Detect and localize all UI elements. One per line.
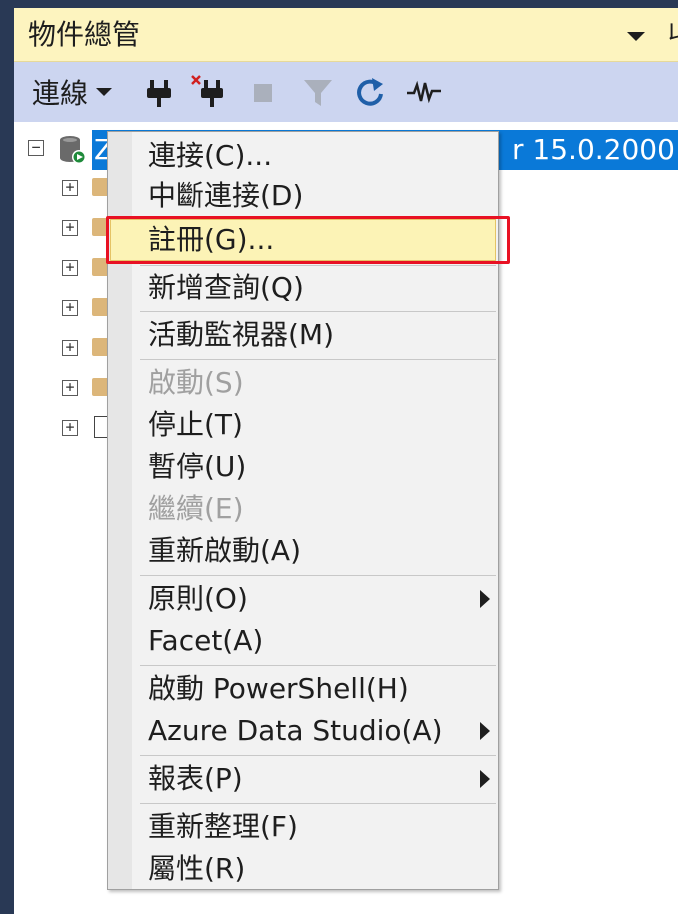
menu-item-start-powershell[interactable]: 啟動 PowerShell(H)	[148, 669, 409, 709]
menu-item-start: 啟動(S)	[148, 366, 244, 399]
disconnect-icon[interactable]	[190, 74, 226, 110]
submenu-arrow-icon	[480, 590, 490, 608]
menu-item-new-query[interactable]: 新增查詢(Q)	[148, 268, 304, 308]
menu-item-connect[interactable]: 連接(C)...	[148, 136, 272, 176]
menu-item-disconnect[interactable]: 中斷連接(D)	[148, 176, 303, 216]
expand-icon[interactable]: +	[62, 260, 78, 276]
stop-icon[interactable]	[246, 74, 282, 110]
menu-item-facets[interactable]: Facet(A)	[148, 621, 263, 661]
activity-monitor-icon[interactable]	[406, 74, 442, 110]
menu-item-stop[interactable]: 停止(T)	[148, 405, 243, 445]
server-icon	[58, 134, 88, 166]
expand-icon[interactable]: +	[62, 220, 78, 236]
pin-icon[interactable]: ㄐ	[664, 18, 678, 52]
menu-item-resume: 繼續(E)	[148, 492, 244, 525]
toolbar: 連線	[14, 62, 678, 122]
window-frame-top	[0, 0, 678, 8]
menu-separator	[140, 265, 496, 266]
menu-item-policies[interactable]: 原則(O)	[148, 579, 248, 619]
menu-separator	[140, 575, 496, 576]
collapse-icon[interactable]: −	[28, 140, 44, 156]
menu-separator	[140, 311, 496, 312]
submenu-arrow-icon	[480, 770, 490, 788]
menu-item-restart[interactable]: 重新啟動(A)	[148, 531, 301, 571]
menu-item-reports[interactable]: 報表(P)	[148, 759, 243, 799]
menu-separator	[140, 359, 496, 360]
menu-item-azure-data-studio[interactable]: Azure Data Studio(A)	[148, 711, 443, 751]
menu-separator	[140, 803, 496, 804]
expand-icon[interactable]: +	[62, 180, 78, 196]
dropdown-icon[interactable]	[624, 24, 648, 48]
menu-separator	[140, 755, 496, 756]
connect-label: 連線	[32, 77, 89, 110]
panel-title-bar: 物件總管 ㄐ	[14, 8, 678, 62]
connect-dropdown-button[interactable]: 連線	[32, 72, 113, 112]
menu-item-register[interactable]: 註冊(G)...	[148, 220, 274, 260]
window-frame-left	[0, 0, 14, 914]
menu-item-activity-monitor[interactable]: 活動監視器(M)	[148, 315, 334, 355]
connect-icon[interactable]	[142, 74, 178, 110]
expand-icon[interactable]: +	[62, 340, 78, 356]
context-menu: 連接(C)... 中斷連接(D) 註冊(G)... 新增查詢(Q) 活動監視器(…	[106, 131, 510, 890]
filter-icon[interactable]	[300, 74, 336, 110]
expand-icon[interactable]: +	[62, 380, 78, 396]
submenu-arrow-icon	[480, 722, 490, 740]
expand-icon[interactable]: +	[62, 420, 78, 436]
expand-icon[interactable]: +	[62, 300, 78, 316]
refresh-icon[interactable]	[352, 74, 388, 110]
menu-item-pause[interactable]: 暫停(U)	[148, 447, 246, 487]
panel-title: 物件總管	[28, 18, 141, 51]
menu-separator	[140, 665, 496, 666]
menu-item-refresh[interactable]: 重新整理(F)	[148, 807, 298, 847]
chevron-down-icon	[96, 88, 113, 96]
server-node-version: r 15.0.2000 - Z	[512, 133, 678, 166]
menu-item-properties[interactable]: 屬性(R)	[148, 849, 245, 889]
